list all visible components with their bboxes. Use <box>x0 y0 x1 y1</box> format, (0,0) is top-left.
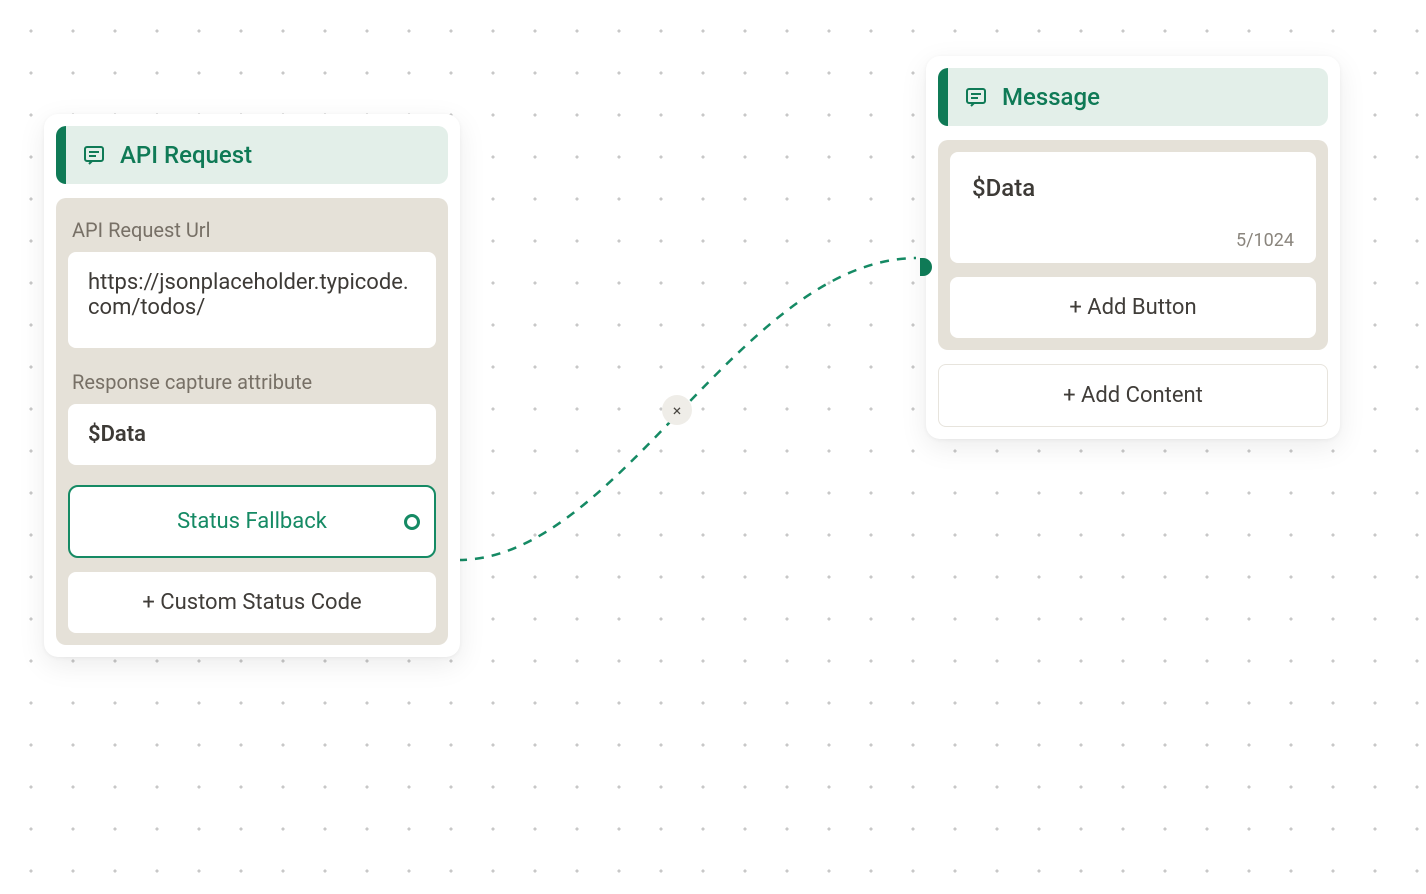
url-label: API Request Url <box>68 210 436 252</box>
message-icon <box>82 143 106 167</box>
message-text-value: $Data <box>972 174 1294 202</box>
message-title: Message <box>1002 83 1100 111</box>
char-count: 5/1024 <box>972 230 1294 251</box>
api-request-body: API Request Url https://jsonplaceholder.… <box>56 198 448 645</box>
message-header[interactable]: Message <box>938 68 1328 126</box>
message-body: $Data 5/1024 + Add Button <box>938 140 1328 350</box>
url-input[interactable]: https://jsonplaceholder.typicode.com/tod… <box>68 252 436 348</box>
delete-connection-button[interactable]: × <box>662 395 692 425</box>
message-text-input[interactable]: $Data 5/1024 <box>950 152 1316 263</box>
api-request-title: API Request <box>120 141 252 169</box>
close-icon: × <box>673 401 682 420</box>
capture-input[interactable]: $Data <box>68 404 436 465</box>
output-port[interactable] <box>404 514 420 530</box>
status-fallback-label: Status Fallback <box>177 509 327 534</box>
input-port[interactable] <box>920 258 932 276</box>
status-fallback-button[interactable]: Status Fallback <box>68 485 436 558</box>
api-request-node[interactable]: API Request API Request Url https://json… <box>44 114 460 657</box>
header-accent <box>56 126 66 184</box>
capture-value: $Data <box>88 422 146 447</box>
message-node[interactable]: Message $Data 5/1024 + Add Button + Add … <box>926 56 1340 439</box>
add-button-button[interactable]: + Add Button <box>950 277 1316 338</box>
add-custom-status-button[interactable]: + Custom Status Code <box>68 572 436 633</box>
capture-label: Response capture attribute <box>68 362 436 404</box>
add-content-button[interactable]: + Add Content <box>938 364 1328 427</box>
header-accent <box>938 68 948 126</box>
api-request-header[interactable]: API Request <box>56 126 448 184</box>
message-icon <box>964 85 988 109</box>
